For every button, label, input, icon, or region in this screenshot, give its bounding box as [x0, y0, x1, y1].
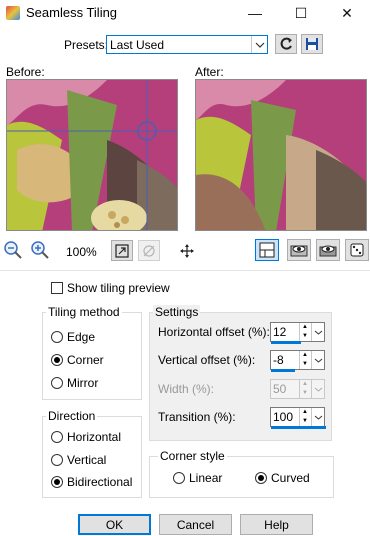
locate-disabled-icon — [143, 244, 155, 257]
reset-preset-button[interactable] — [275, 34, 297, 54]
presets-value: Last Used — [110, 38, 165, 52]
radio-dot[interactable] — [51, 431, 63, 443]
radio-label: Bidirectional — [67, 475, 133, 489]
corner-style-group: Corner style Linear Curved — [149, 449, 334, 498]
tiling-method-title: Tiling method — [46, 305, 122, 319]
vertical-offset-bar — [271, 369, 295, 372]
vertical-offset-value[interactable]: -8 — [273, 353, 284, 367]
horizontal-offset-label: Horizontal offset (%): — [158, 325, 270, 339]
zoom-out-button[interactable] — [3, 240, 25, 260]
preview-on-image-button[interactable] — [255, 239, 279, 261]
proof-eye-icon — [290, 245, 308, 257]
width-input[interactable]: 50 ▲ ▼ — [270, 379, 325, 399]
tiling-method-corner-radio[interactable]: Corner — [51, 353, 104, 367]
fit-window-icon — [115, 243, 129, 258]
zoom-out-icon — [4, 241, 22, 259]
radio-label: Edge — [67, 330, 96, 344]
presets-label: Presets: — [64, 38, 109, 52]
tiling-method-edge-radio[interactable]: Edge — [51, 330, 95, 344]
radio-label: Curved — [271, 471, 310, 485]
corner-style-title: Corner style — [158, 449, 227, 463]
transition-input[interactable]: 100 ▲ ▼ — [270, 407, 326, 429]
radio-label: Mirror — [67, 376, 99, 390]
vertical-offset-label: Vertical offset (%): — [158, 353, 256, 367]
zoom-in-icon — [31, 241, 49, 259]
width-value[interactable]: 50 — [273, 382, 286, 396]
settings-group: Settings Horizontal offset (%): 12 ▲ ▼ Ve… — [149, 305, 332, 441]
radio-dot-selected[interactable] — [51, 476, 63, 488]
horizontal-offset-input[interactable]: 12 ▲ ▼ — [270, 322, 325, 344]
presets-dropdown[interactable]: Last Used — [106, 35, 268, 54]
spin-arrows-icon[interactable]: ▲ ▼ — [299, 323, 310, 341]
chevron-down-icon[interactable] — [311, 351, 324, 369]
radio-dot[interactable] — [51, 331, 63, 343]
maximize-button[interactable]: ☐ — [278, 0, 324, 26]
minimize-button[interactable]: — — [232, 0, 278, 26]
transition-label: Transition (%): — [158, 410, 236, 424]
chevron-down-icon[interactable] — [251, 36, 267, 53]
radio-label: Vertical — [67, 453, 107, 467]
before-label: Before: — [6, 65, 45, 79]
auto-proof-button[interactable] — [316, 239, 340, 261]
after-preview — [195, 79, 367, 231]
reset-arrow-icon — [280, 37, 292, 50]
title-bar: Seamless Tiling — ☐ ✕ — [0, 0, 370, 26]
direction-vertical-radio[interactable]: Vertical — [51, 453, 106, 467]
radio-dot-selected[interactable] — [255, 472, 267, 484]
direction-title: Direction — [46, 409, 98, 423]
vertical-offset-input[interactable]: -8 ▲ ▼ — [270, 350, 325, 372]
spin-arrows-icon[interactable]: ▲ ▼ — [299, 380, 310, 398]
zoom-to-fit-button[interactable] — [111, 240, 133, 261]
randomize-button[interactable] — [345, 239, 369, 261]
direction-horizontal-radio[interactable]: Horizontal — [51, 430, 121, 444]
locate-button[interactable] — [138, 240, 160, 261]
checkbox-box[interactable] — [51, 282, 63, 294]
show-tiling-preview-label: Show tiling preview — [67, 281, 170, 295]
tiling-method-mirror-radio[interactable]: Mirror — [51, 376, 98, 390]
save-disk-icon — [306, 38, 318, 50]
app-icon — [6, 6, 20, 20]
corner-style-linear-radio[interactable]: Linear — [173, 471, 222, 485]
zoom-percent: 100% — [66, 245, 97, 259]
proof-button[interactable] — [287, 239, 311, 261]
spin-arrows-icon[interactable]: ▲ ▼ — [299, 351, 310, 369]
show-tiling-preview-checkbox[interactable]: Show tiling preview — [51, 281, 170, 295]
auto-proof-eye-icon — [319, 245, 337, 257]
settings-title: Settings — [153, 305, 201, 319]
transition-value[interactable]: 100 — [273, 410, 293, 424]
zoom-in-button[interactable] — [30, 240, 52, 260]
save-preset-button[interactable] — [301, 34, 323, 54]
before-preview[interactable] — [6, 79, 178, 231]
cancel-button[interactable]: Cancel — [159, 514, 232, 535]
horizontal-offset-bar — [271, 341, 301, 344]
horizontal-offset-value[interactable]: 12 — [273, 325, 286, 339]
width-label: Width (%): — [158, 382, 215, 396]
radio-label: Corner — [67, 353, 104, 367]
radio-dot[interactable] — [173, 472, 185, 484]
radio-dot-selected[interactable] — [51, 354, 63, 366]
direction-group: Direction Horizontal Vertical Bidirectio… — [42, 409, 142, 498]
spin-arrows-icon[interactable]: ▲ ▼ — [299, 408, 310, 426]
direction-bidirectional-radio[interactable]: Bidirectional — [51, 475, 132, 489]
corner-style-curved-radio[interactable]: Curved — [255, 471, 310, 485]
chevron-down-icon[interactable] — [311, 323, 324, 341]
close-button[interactable]: ✕ — [324, 0, 370, 26]
transition-bar — [271, 426, 326, 429]
radio-label: Horizontal — [67, 430, 122, 444]
radio-dot[interactable] — [51, 377, 63, 389]
help-button[interactable]: Help — [240, 514, 313, 535]
radio-label: Linear — [189, 471, 223, 485]
dice-icon — [350, 243, 364, 257]
preview-layout-icon — [259, 242, 275, 258]
pan-button[interactable] — [176, 240, 198, 261]
after-label: After: — [195, 65, 224, 79]
chevron-down-icon[interactable] — [311, 408, 324, 426]
tiling-method-group: Tiling method Edge Corner Mirror — [42, 305, 142, 400]
chevron-down-icon[interactable] — [311, 380, 324, 398]
ok-button[interactable]: OK — [78, 514, 151, 535]
toolbar-separator — [0, 270, 370, 271]
window-title: Seamless Tiling — [26, 5, 118, 20]
radio-dot[interactable] — [51, 454, 63, 466]
move-arrows-icon — [180, 243, 194, 258]
